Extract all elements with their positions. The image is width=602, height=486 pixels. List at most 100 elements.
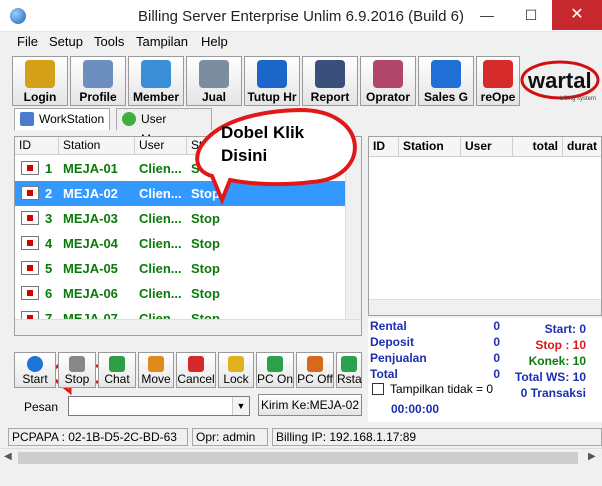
cell-user: Clien... bbox=[139, 236, 182, 251]
toolbar-reope-button[interactable]: reOpe bbox=[476, 56, 520, 106]
penjualan-value: 0 bbox=[493, 351, 500, 365]
toolbar-button-label: Report bbox=[310, 90, 350, 104]
status-billing-ip: Billing IP: 192.168.1.17:89 bbox=[272, 428, 602, 446]
action-lock-button[interactable]: Lock bbox=[218, 352, 254, 388]
total-label: Total bbox=[370, 367, 398, 381]
horizontal-scrollbar[interactable] bbox=[369, 299, 601, 315]
send-message-button[interactable]: Kirim Ke:MEJA-02 bbox=[258, 394, 362, 416]
table-row[interactable]: 6 MEJA-06 Clien... Stop bbox=[15, 281, 347, 306]
computer-icon bbox=[21, 236, 39, 250]
close-button[interactable]: ✕ bbox=[552, 0, 602, 30]
cell-station: MEJA-03 bbox=[63, 211, 118, 226]
toolbar-jual-button[interactable]: Jual bbox=[186, 56, 242, 106]
menu-bar: File Setup Tools Tampilan Help bbox=[0, 32, 602, 52]
svg-text:billing system: billing system bbox=[560, 96, 596, 102]
cell-station: MEJA-01 bbox=[63, 161, 118, 176]
cell-id: 1 bbox=[45, 161, 53, 176]
toolbar-report-button[interactable]: Report bbox=[302, 56, 358, 106]
cell-user: Clien... bbox=[139, 211, 182, 226]
table-row[interactable]: 4 MEJA-04 Clien... Stop bbox=[15, 231, 347, 256]
move-icon bbox=[148, 356, 164, 372]
cell-status: Stop bbox=[191, 186, 220, 201]
toolbar-profile-button[interactable]: Profile bbox=[70, 56, 126, 106]
show-zero-checkbox[interactable] bbox=[372, 383, 384, 395]
transaction-count: 0 Transaksi bbox=[520, 386, 586, 400]
action-start-button[interactable]: Start bbox=[14, 352, 56, 388]
cell-status: Stop bbox=[191, 286, 220, 301]
action-button-label: Rsta bbox=[337, 372, 362, 386]
column-header-durat[interactable]: durat bbox=[563, 137, 601, 157]
fast-forward-icon bbox=[257, 60, 287, 88]
cell-station: MEJA-04 bbox=[63, 236, 118, 251]
computer-icon bbox=[21, 161, 39, 175]
toolbar-sales-g-button[interactable]: Sales G bbox=[418, 56, 474, 106]
total-ws-count: Total WS: 10 bbox=[514, 370, 586, 384]
message-input[interactable] bbox=[68, 396, 250, 416]
action-cancel-button[interactable]: Cancel bbox=[176, 352, 216, 388]
toolbar-oprator-button[interactable]: Oprator bbox=[360, 56, 416, 106]
column-header-station[interactable]: Station bbox=[59, 137, 135, 155]
lock-icon bbox=[228, 356, 244, 372]
action-rsta-button[interactable]: Rsta bbox=[336, 352, 362, 388]
action-stop-button[interactable]: Stop bbox=[58, 352, 96, 388]
user-profile-icon bbox=[83, 60, 113, 88]
horizontal-scrollbar[interactable] bbox=[15, 319, 361, 335]
tab-workstation-label: WorkStation bbox=[39, 112, 105, 126]
toolbar-button-label: Oprator bbox=[365, 90, 410, 104]
konek-count: Konek: 10 bbox=[528, 354, 586, 368]
tab-workstation[interactable]: WorkStation bbox=[14, 108, 110, 130]
menu-tampilan[interactable]: Tampilan bbox=[136, 34, 188, 49]
status-operator: Opr: admin bbox=[192, 428, 268, 446]
action-button-label: Chat bbox=[104, 372, 130, 386]
toolbar-login-button[interactable]: Login bbox=[12, 56, 68, 106]
cell-id: 6 bbox=[45, 286, 53, 301]
menu-help[interactable]: Help bbox=[201, 34, 228, 49]
action-chat-button[interactable]: Chat bbox=[98, 352, 136, 388]
cell-station: MEJA-02 bbox=[63, 186, 118, 201]
column-header-id[interactable]: ID bbox=[15, 137, 59, 155]
title-bar: Billing Server Enterprise Unlim 6.9.2016… bbox=[0, 0, 602, 32]
action-button-label: PC On bbox=[257, 372, 294, 386]
cell-id: 4 bbox=[45, 236, 53, 251]
action-button-label: Lock bbox=[223, 372, 249, 386]
column-header-user[interactable]: User bbox=[461, 137, 513, 157]
action-pc-on-button[interactable]: PC On bbox=[256, 352, 294, 388]
maximize-button[interactable]: ☐ bbox=[508, 0, 554, 30]
globe-icon bbox=[431, 60, 461, 88]
printer-icon bbox=[315, 60, 345, 88]
minimize-button[interactable]: — bbox=[464, 0, 510, 30]
pesan-label: Pesan bbox=[24, 400, 59, 414]
chat-icon bbox=[109, 356, 125, 372]
start-count: Start: 0 bbox=[544, 322, 586, 336]
rental-value: 0 bbox=[493, 319, 500, 333]
action-pc-off-button[interactable]: PC Off bbox=[296, 352, 334, 388]
menu-file[interactable]: File bbox=[17, 34, 38, 49]
window-horizontal-scrollbar[interactable]: ◀ ▶ bbox=[0, 448, 602, 466]
penjualan-label: Penjualan bbox=[370, 351, 427, 365]
toolbar-tutup-hr-button[interactable]: Tutup Hr bbox=[244, 56, 300, 106]
cell-id: 5 bbox=[45, 261, 53, 276]
cell-user: Clien... bbox=[139, 286, 182, 301]
cell-user: Clien... bbox=[139, 161, 182, 176]
column-header-total[interactable]: total bbox=[513, 137, 563, 157]
table-row[interactable]: 2 MEJA-02 Clien... Stop bbox=[15, 181, 347, 206]
table-row[interactable]: 5 MEJA-05 Clien... Stop bbox=[15, 256, 347, 281]
action-button-label: Start bbox=[22, 372, 48, 386]
computer-icon bbox=[21, 186, 39, 200]
column-header-id[interactable]: ID bbox=[369, 137, 399, 157]
chevron-down-icon[interactable]: ▼ bbox=[232, 397, 249, 415]
menu-setup[interactable]: Setup bbox=[49, 34, 83, 49]
menu-tools[interactable]: Tools bbox=[94, 34, 124, 49]
action-move-button[interactable]: Move bbox=[138, 352, 174, 388]
column-header-user[interactable]: User bbox=[135, 137, 187, 155]
toolbar-member-button[interactable]: Member bbox=[128, 56, 184, 106]
tab-user-manager[interactable]: User Manage bbox=[116, 108, 212, 146]
column-header-station[interactable]: Station bbox=[399, 137, 461, 157]
wartal-logo: wartal billing system bbox=[520, 56, 602, 104]
table-row[interactable]: 3 MEJA-03 Clien... Stop bbox=[15, 206, 347, 231]
cell-id: 2 bbox=[45, 186, 53, 201]
transaction-grid[interactable]: ID Station User total durat bbox=[368, 136, 602, 316]
user-icon bbox=[122, 112, 136, 126]
stop-count: Stop : 10 bbox=[535, 338, 586, 352]
stop-icon bbox=[69, 356, 85, 372]
